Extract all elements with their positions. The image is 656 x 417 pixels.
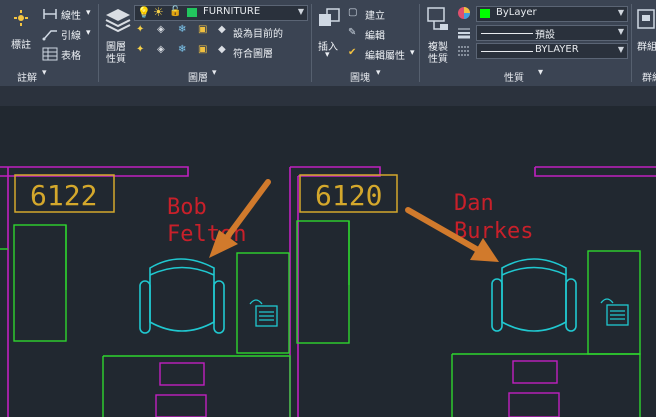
edit-attributes-dropdown-icon[interactable]: ▾	[410, 48, 415, 58]
lock-icon[interactable]: 🔓	[169, 6, 181, 17]
phone-icons	[249, 298, 629, 327]
annotation-panel-title-bar[interactable]: 註解 ▾	[0, 64, 96, 86]
create-block-button[interactable]: 建立	[365, 7, 385, 22]
edit-block-button[interactable]: 編輯	[365, 27, 385, 42]
dimension-icon[interactable]	[10, 6, 32, 28]
occupant-first-name[interactable]: Bob	[167, 195, 207, 220]
annotation-panel-title: 註解	[17, 73, 37, 84]
block-panel-title: 圖塊	[350, 73, 370, 84]
linetype-dropdown[interactable]: BYLAYER ▼	[476, 43, 628, 59]
linetype-value: BYLAYER	[535, 44, 579, 55]
edit-block-icon[interactable]: ✎	[348, 27, 356, 38]
layer-off-icon[interactable]: ✦	[136, 24, 144, 35]
set-current-button[interactable]: 設為目前的	[233, 25, 283, 40]
layer-dropdown[interactable]: 💡 ☀ 🔓 FURNITURE ▼	[134, 5, 308, 21]
layer-freeze-icon[interactable]: ❄	[178, 24, 186, 35]
layer-properties-icon[interactable]	[104, 5, 132, 33]
linetype-sample-line	[481, 51, 533, 52]
layer-thaw-icon[interactable]: ❄	[178, 44, 186, 55]
match-properties-icon[interactable]	[426, 6, 450, 32]
panel-separator	[98, 4, 99, 82]
match-layer-icon[interactable]: ◆	[218, 44, 226, 55]
lineweight-sample-line	[481, 33, 533, 34]
groups-panel-title-bar[interactable]: 群組	[632, 64, 656, 86]
layer-unisolate-icon[interactable]: ◈	[157, 44, 165, 55]
color-dropdown-arrow-icon[interactable]: ▼	[618, 8, 624, 17]
edit-attributes-icon[interactable]: ✔	[348, 47, 356, 58]
table-button[interactable]: 表格	[61, 47, 81, 62]
insert-block-icon[interactable]	[316, 6, 342, 32]
color-dropdown[interactable]: ByLayer ▼	[476, 6, 628, 22]
lightbulb-icon[interactable]: 💡	[137, 6, 151, 19]
linear-button[interactable]: 線性	[61, 7, 81, 22]
room-number-6120[interactable]: 6120	[315, 179, 382, 212]
linetype-dropdown-arrow-icon[interactable]: ▼	[618, 45, 624, 54]
ribbon: 標註 線性 ▾ 引線 ▾ 表格 註解 ▾ 圖層 性質 💡 ☀ 🔓 FURNITU…	[0, 0, 656, 86]
properties-panel-title: 性質	[504, 73, 524, 84]
leader-dropdown-icon[interactable]: ▾	[86, 28, 91, 38]
layers-panel-expand-icon[interactable]: ▾	[212, 68, 217, 78]
insert-dropdown-icon[interactable]: ▾	[325, 50, 330, 60]
block-panel-expand-icon[interactable]: ▾	[376, 68, 381, 78]
match-properties-label-2[interactable]: 性質	[428, 50, 448, 65]
bottom-furniture	[155, 360, 560, 417]
color-swatch	[480, 9, 490, 18]
group-icon[interactable]	[636, 8, 656, 32]
groups-panel-title: 群組	[642, 73, 656, 84]
linetype-icon	[458, 46, 470, 56]
lineweight-dropdown[interactable]: 預設 ▼	[476, 25, 628, 41]
layer-isolate-icon[interactable]: ◈	[157, 24, 165, 35]
properties-panel-title-bar[interactable]: 性質 ▾	[420, 64, 630, 86]
layers-panel-title: 圖層	[188, 73, 208, 84]
current-layer-name: FURNITURE	[203, 6, 261, 17]
occupant-first-name[interactable]: Dan	[454, 191, 494, 216]
dimension-label[interactable]: 標註	[11, 36, 31, 51]
sun-icon[interactable]: ☀	[153, 5, 164, 19]
chairs	[139, 258, 577, 334]
leader-button[interactable]: 引線	[61, 27, 81, 42]
layer-properties-label-2[interactable]: 性質	[106, 50, 126, 65]
floor-plan[interactable]: 6122 6120 Bob Felton Dan Burkes	[0, 86, 656, 417]
layer-on-icon[interactable]: ✦	[136, 44, 144, 55]
layer-unlock-icon[interactable]: ▣	[198, 44, 207, 55]
table-icon[interactable]	[42, 47, 58, 61]
linear-dropdown-icon[interactable]: ▾	[86, 8, 91, 18]
room-number-6122[interactable]: 6122	[30, 179, 97, 212]
leader-icon[interactable]	[42, 27, 58, 41]
block-panel-title-bar[interactable]: 圖塊 ▾	[312, 64, 418, 86]
layers-panel-title-bar[interactable]: 圖層 ▾	[100, 64, 310, 86]
create-block-icon[interactable]: ▢	[348, 7, 357, 18]
color-value: ByLayer	[496, 7, 537, 18]
groups-label[interactable]: 群組	[637, 38, 656, 53]
layer-dropdown-arrow-icon[interactable]: ▼	[298, 7, 304, 16]
edit-attributes-button[interactable]: 編輯屬性	[365, 47, 405, 62]
color-wheel-icon	[458, 7, 470, 19]
furniture	[0, 220, 641, 417]
annotation-panel-expand-icon[interactable]: ▾	[42, 68, 47, 78]
layer-color-swatch	[187, 8, 197, 17]
lineweight-icon	[458, 28, 470, 39]
linear-dimension-icon[interactable]	[42, 7, 58, 21]
set-current-icon[interactable]: ◆	[218, 24, 226, 35]
layer-lock-icon[interactable]: ▣	[198, 24, 207, 35]
properties-panel-launcher-icon[interactable]: ▾	[538, 67, 543, 78]
lineweight-value: 預設	[535, 30, 555, 41]
match-layer-button[interactable]: 符合圖層	[233, 45, 273, 60]
lineweight-dropdown-arrow-icon[interactable]: ▼	[618, 27, 624, 36]
